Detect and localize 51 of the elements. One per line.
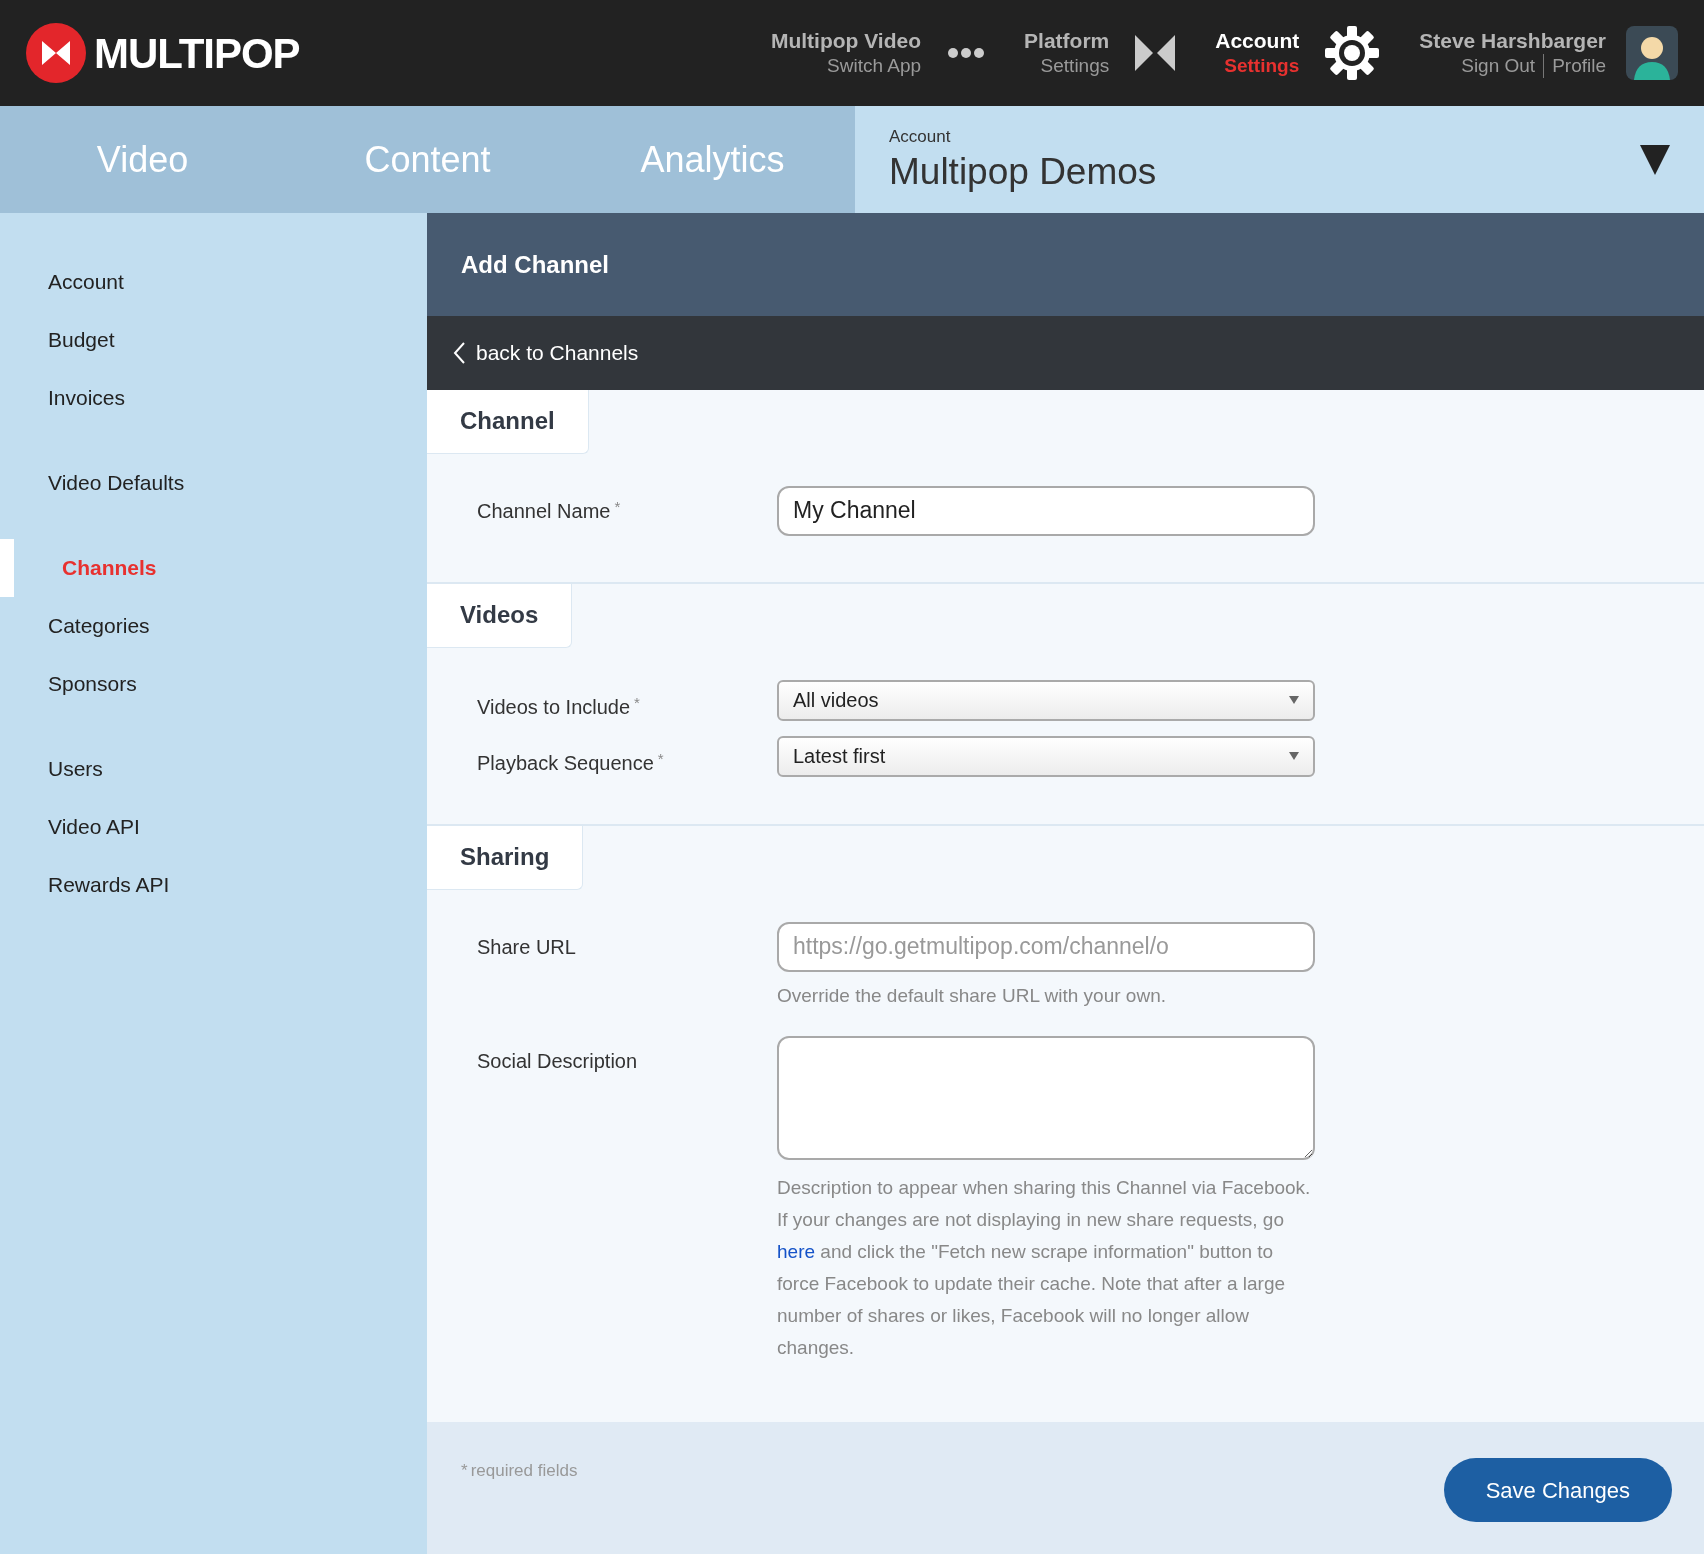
input-field[interactable]: https://go.getmultipop.com/channel/o xyxy=(777,921,1315,972)
sidebar-item[interactable]: Rewards API xyxy=(0,856,427,914)
nav-link[interactable]: Settings xyxy=(1040,54,1110,78)
nav-title[interactable]: Platform xyxy=(1024,28,1110,55)
dropdown-icon xyxy=(1640,144,1670,175)
required-mark: * xyxy=(614,496,621,517)
sidebar-item[interactable]: Video Defaults xyxy=(0,454,427,512)
here-link[interactable]: here xyxy=(777,1241,816,1263)
sidebar-item[interactable]: Users xyxy=(0,740,427,798)
account-label: Account xyxy=(889,125,952,148)
user-link[interactable]: Profile xyxy=(1543,54,1606,78)
nav-title[interactable]: Multipop Video xyxy=(770,28,922,55)
required-mark: * xyxy=(657,748,664,769)
logo-text: MULTIPOP xyxy=(94,28,300,79)
more-dots-icon xyxy=(947,47,985,59)
field-label: Social Description xyxy=(477,1049,638,1075)
select-field[interactable]: All videos xyxy=(777,679,1315,721)
logo-icon xyxy=(26,23,86,83)
required-mark: * xyxy=(461,1460,468,1483)
sidebar-item[interactable]: Account xyxy=(0,253,427,311)
field-label: Videos to Include xyxy=(477,694,631,720)
sidebar-item[interactable]: Video API xyxy=(0,798,427,856)
user-link[interactable]: Sign Out xyxy=(1461,54,1544,78)
help-text: Override the default share URL with your own. xyxy=(777,983,1167,1008)
field-label: Playback Sequence xyxy=(477,750,654,776)
avatar-icon xyxy=(1626,26,1678,80)
input-field[interactable]: My Channel xyxy=(777,485,1315,536)
bowtie-icon xyxy=(1135,35,1176,71)
save-button[interactable]: Save Changes xyxy=(1443,1458,1672,1523)
sidebar-item[interactable]: Sponsors xyxy=(0,655,427,713)
user-name: Steve Harshbarger xyxy=(1419,28,1606,54)
sidebar-item[interactable]: Invoices xyxy=(0,369,427,427)
nav-link[interactable]: Switch App xyxy=(827,54,922,78)
field-label: Share URL xyxy=(477,934,576,960)
nav-title[interactable]: Account xyxy=(1215,28,1300,55)
page-title: Add Channel xyxy=(461,249,609,280)
select-field[interactable]: Latest first xyxy=(777,735,1315,777)
account-name: Multipop Demos xyxy=(889,150,1158,195)
help-text: Description to appear when sharing this Channel via Facebook. If your changes are not displaying in new share requests, go here and click the "Fetch new scrape information" button to force Facebook to update their cache. Note that after a large number of shares or likes, Facebook will no longer allow changes. xyxy=(777,1176,1312,1361)
settings-icon xyxy=(1325,26,1380,80)
text-area[interactable] xyxy=(777,1036,1315,1161)
required-note: required fields xyxy=(470,1460,578,1483)
caret-icon xyxy=(1289,752,1299,761)
field-label: Channel Name xyxy=(477,498,611,524)
nav-link[interactable]: Settings xyxy=(1224,54,1300,78)
back-link[interactable]: back to Channels xyxy=(453,337,639,369)
required-mark: * xyxy=(634,692,640,713)
caret-icon xyxy=(1289,696,1299,705)
sidebar-item[interactable]: Budget xyxy=(0,311,427,369)
sidebar-item[interactable]: Categories xyxy=(0,597,427,655)
chevron-left-icon xyxy=(453,342,466,364)
